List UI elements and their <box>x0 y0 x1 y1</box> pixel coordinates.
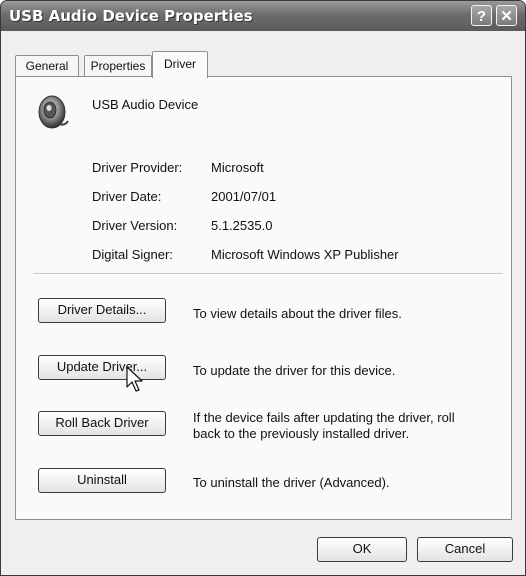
driver-details-description: To view details about the driver files. <box>193 306 402 321</box>
cancel-button[interactable]: Cancel <box>417 537 513 562</box>
driver-date-label: Driver Date: <box>92 189 162 204</box>
help-button[interactable]: ? <box>471 5 492 26</box>
roll-back-driver-description: If the device fails after updating the d… <box>193 410 455 441</box>
update-driver-button[interactable]: Update Driver... <box>38 355 166 380</box>
ok-button[interactable]: OK <box>317 537 407 562</box>
tab-properties[interactable]: Properties <box>84 55 152 77</box>
close-button[interactable]: ✕ <box>496 5 517 26</box>
digital-signer-label: Digital Signer: <box>92 247 173 262</box>
digital-signer-value: Microsoft Windows XP Publisher <box>211 247 399 262</box>
driver-provider-value: Microsoft <box>211 160 264 175</box>
update-driver-description: To update the driver for this device. <box>193 363 396 378</box>
window-title: USB Audio Device Properties <box>9 7 253 25</box>
roll-back-driver-button[interactable]: Roll Back Driver <box>38 411 166 436</box>
driver-details-button[interactable]: Driver Details... <box>38 298 166 323</box>
driver-version-label: Driver Version: <box>92 218 178 233</box>
title-bar[interactable]: USB Audio Device Properties ? ✕ <box>1 1 525 31</box>
driver-version-value: 5.1.2535.0 <box>211 218 273 233</box>
tab-general[interactable]: General <box>15 55 79 77</box>
properties-window: USB Audio Device Properties ? ✕ General … <box>0 0 526 576</box>
driver-provider-label: Driver Provider: <box>92 160 183 175</box>
uninstall-description: To uninstall the driver (Advanced). <box>193 475 390 490</box>
separator <box>33 273 503 275</box>
tab-driver[interactable]: Driver <box>152 51 208 78</box>
speaker-icon <box>38 95 69 129</box>
mouse-cursor-icon <box>126 366 143 392</box>
driver-date-value: 2001/07/01 <box>211 189 277 204</box>
device-name: USB Audio Device <box>92 97 199 112</box>
uninstall-button[interactable]: Uninstall <box>38 468 166 493</box>
